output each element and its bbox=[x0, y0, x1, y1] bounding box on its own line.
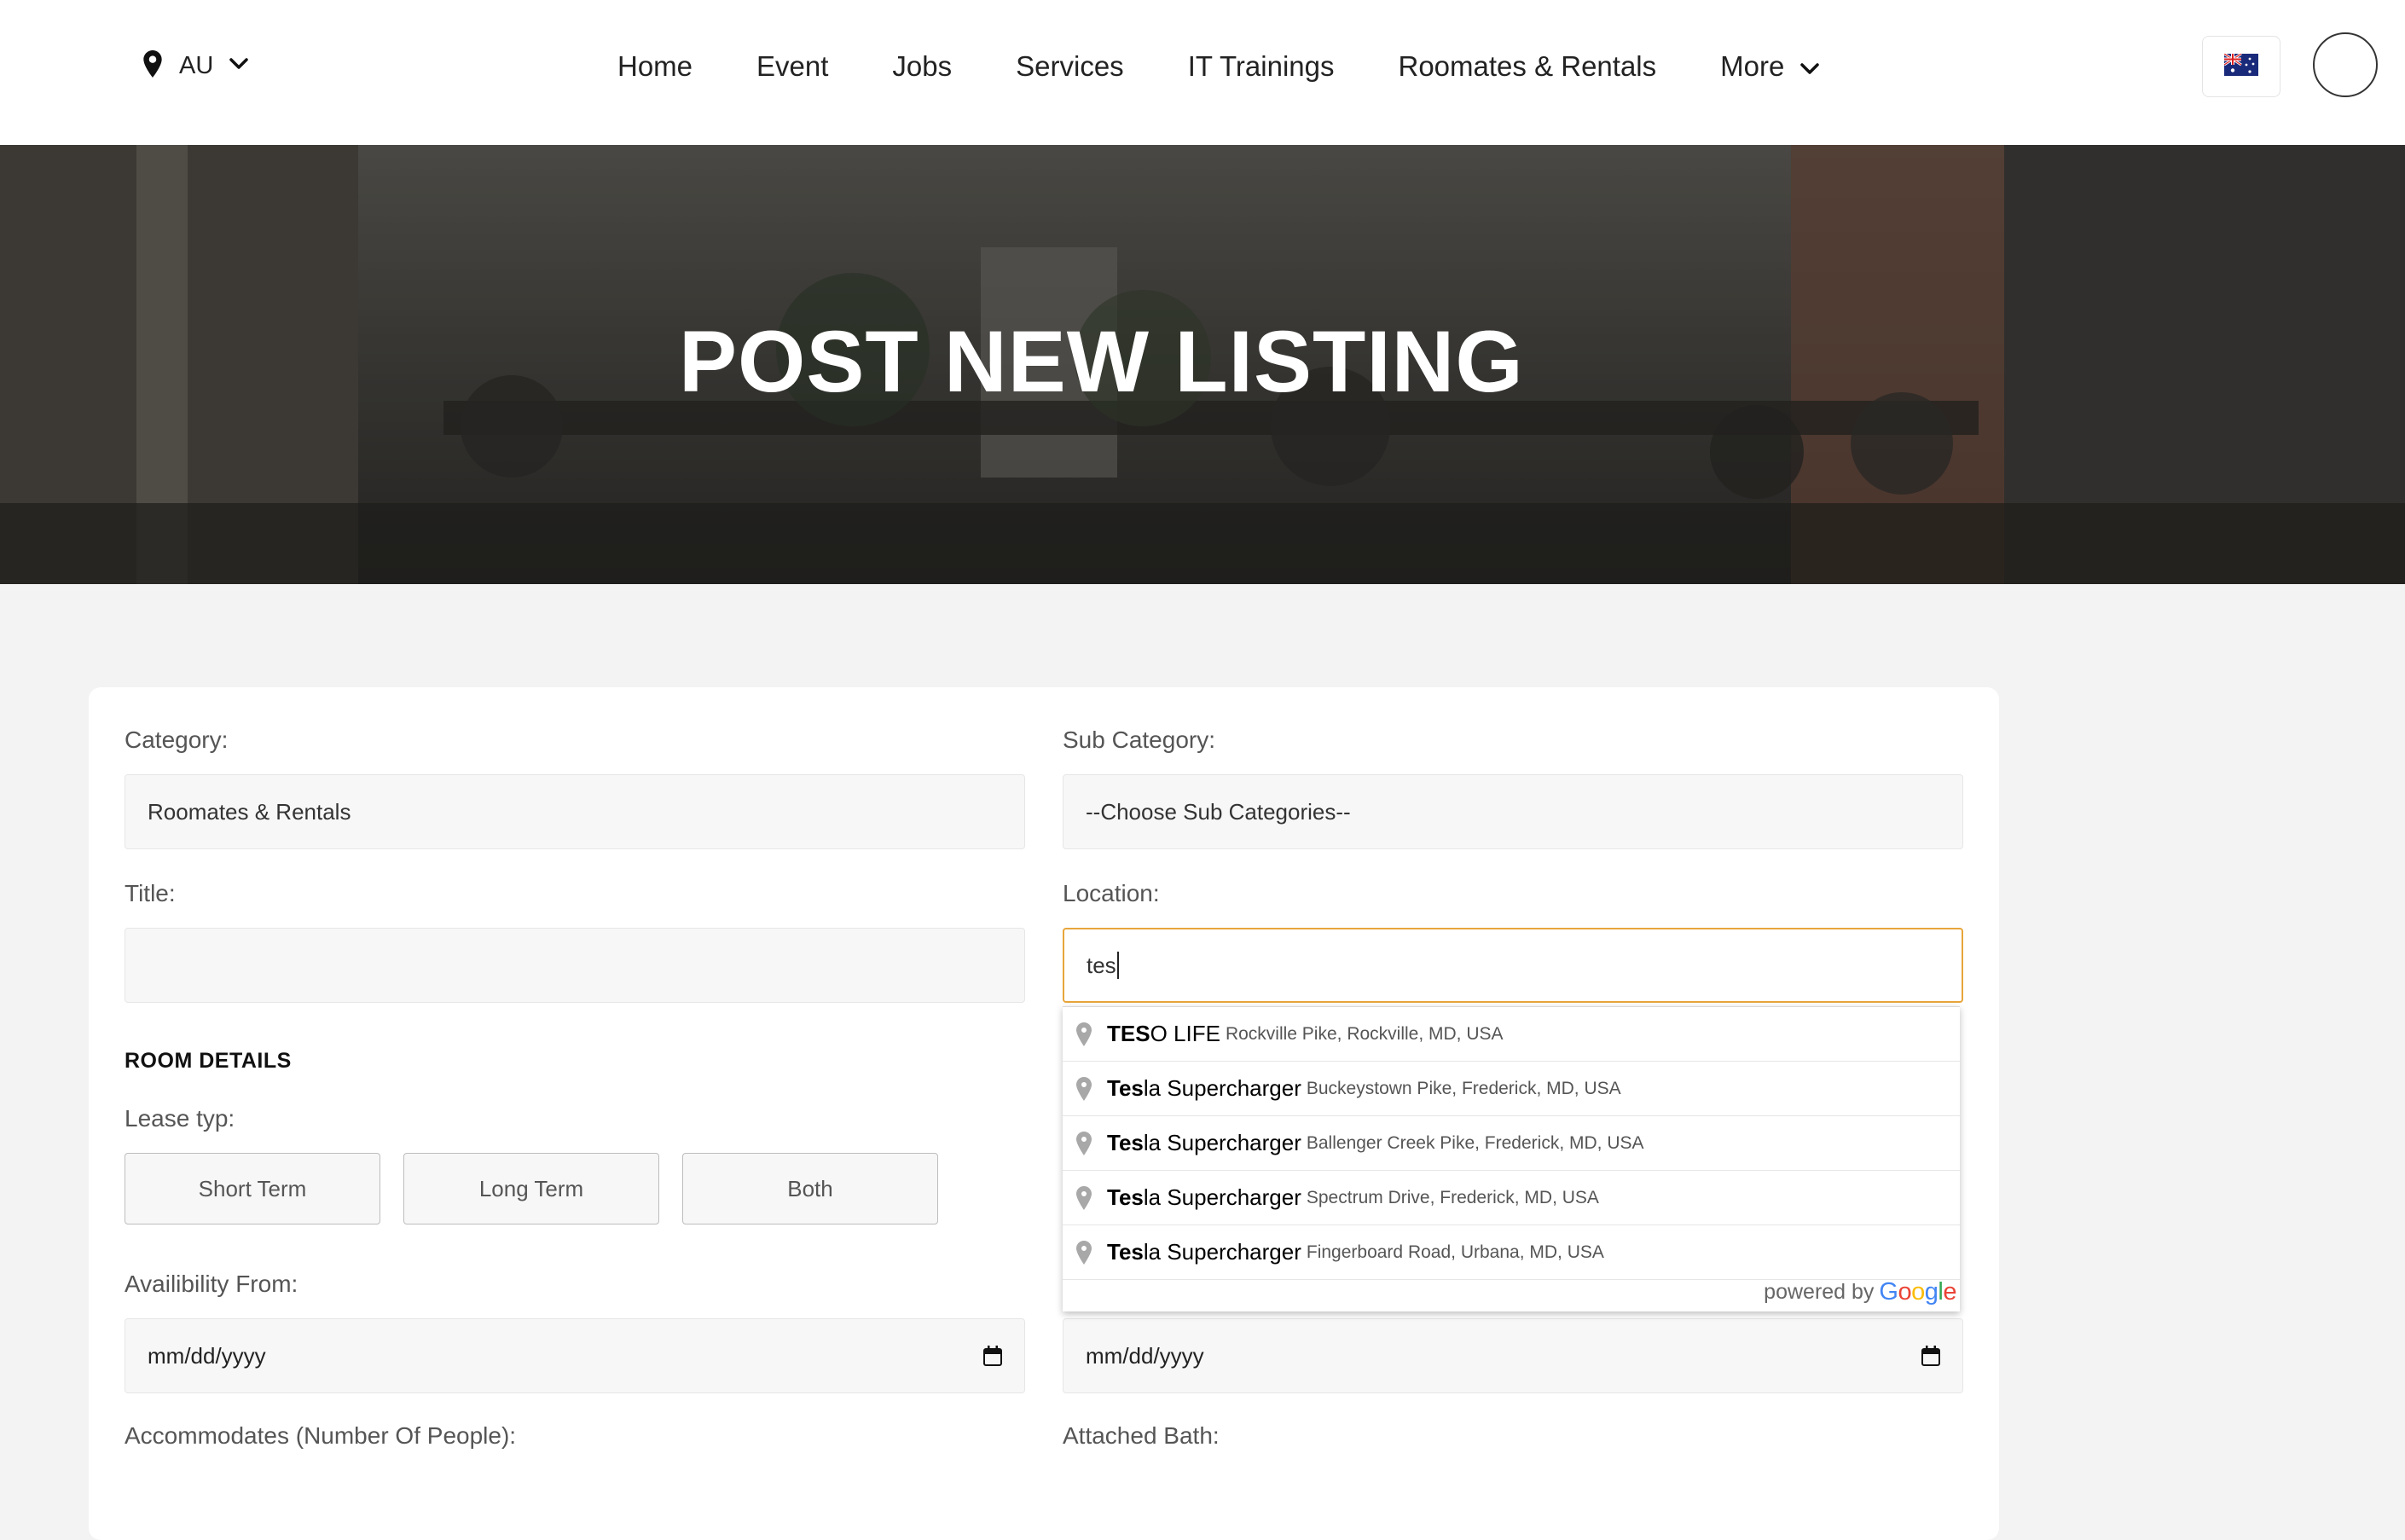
autocomplete-suggestion[interactable]: Tesla Supercharger Fingerboard Road, Urb… bbox=[1063, 1225, 1960, 1280]
autocomplete-suggestion[interactable]: Tesla Supercharger Ballenger Creek Pike,… bbox=[1063, 1116, 1960, 1171]
category-label: Category: bbox=[125, 727, 229, 753]
suggestion-address: Spectrum Drive, Frederick, MD, USA bbox=[1306, 1187, 1599, 1207]
map-pin-icon bbox=[142, 49, 164, 82]
suggestion-main-text: Tesla Supercharger bbox=[1107, 1075, 1301, 1101]
availability-date-input[interactable]: mm/dd/yyyy bbox=[125, 1318, 1025, 1393]
suggestion-main-text: Tesla Supercharger bbox=[1107, 1239, 1301, 1265]
powered-by-google: powered by Google bbox=[1764, 1278, 1956, 1306]
suggestion-main-text: Tesla Supercharger bbox=[1107, 1130, 1301, 1155]
lease-type-label: Lease typ: bbox=[125, 1105, 235, 1132]
text-caret bbox=[1116, 952, 1119, 979]
title-label: Title: bbox=[125, 880, 176, 906]
nav-home[interactable]: Home bbox=[617, 50, 693, 83]
map-pin-icon bbox=[1073, 1131, 1095, 1155]
location-label: Location: bbox=[1063, 880, 1160, 906]
lease-long-term-button[interactable]: Long Term bbox=[403, 1153, 659, 1224]
accommodates-label: Accommodates (Number Of People): bbox=[125, 1422, 517, 1449]
title-input[interactable] bbox=[125, 928, 1025, 1003]
map-pin-icon bbox=[1073, 1022, 1095, 1046]
lease-short-term-button[interactable]: Short Term bbox=[125, 1153, 380, 1224]
location-input-value: tes bbox=[1087, 952, 1116, 978]
autocomplete-suggestion[interactable]: Tesla Supercharger Spectrum Drive, Frede… bbox=[1063, 1171, 1960, 1225]
nav-event[interactable]: Event bbox=[756, 50, 828, 83]
nav-roomates-rentals[interactable]: Roomates & Rentals bbox=[1399, 50, 1657, 83]
suggestion-address: Ballenger Creek Pike, Frederick, MD, USA bbox=[1306, 1132, 1644, 1153]
lease-both-button[interactable]: Both bbox=[682, 1153, 938, 1224]
date-placeholder: mm/dd/yyyy bbox=[1086, 1342, 1204, 1369]
suggestion-main-text: Tesla Supercharger bbox=[1107, 1184, 1301, 1210]
nav-it-trainings[interactable]: IT Trainings bbox=[1188, 50, 1335, 83]
main-nav: Home Event Jobs Services IT Trainings Ro… bbox=[617, 43, 1820, 90]
date-placeholder: mm/dd/yyyy bbox=[148, 1342, 266, 1369]
nav-more[interactable]: More bbox=[1720, 50, 1820, 83]
page-title: POST NEW LISTING bbox=[679, 313, 1524, 410]
location-input[interactable]: tes bbox=[1063, 928, 1963, 1003]
suggestion-main-text: TESO LIFE bbox=[1107, 1021, 1220, 1046]
calendar-icon[interactable] bbox=[983, 1346, 1002, 1366]
chevron-down-icon bbox=[229, 57, 249, 75]
chevron-down-icon bbox=[1799, 50, 1820, 83]
nav-more-label: More bbox=[1720, 50, 1785, 82]
user-avatar[interactable] bbox=[2313, 32, 2378, 97]
location-autocomplete-dropdown: TESO LIFE Rockville Pike, Rockville, MD,… bbox=[1063, 1006, 1960, 1311]
nav-services[interactable]: Services bbox=[1016, 50, 1124, 83]
top-navbar: AU Home Event Jobs Services IT Trainings… bbox=[0, 0, 2405, 145]
location-switcher[interactable]: AU bbox=[142, 48, 249, 84]
category-select[interactable]: Roomates & Rentals bbox=[125, 774, 1025, 849]
availability-label: Availibility From: bbox=[125, 1271, 298, 1297]
nav-jobs[interactable]: Jobs bbox=[892, 50, 952, 83]
hero-banner: POST NEW LISTING bbox=[0, 145, 2405, 584]
map-pin-icon bbox=[1073, 1240, 1095, 1265]
attached-bath-label: Attached Bath: bbox=[1063, 1422, 1220, 1449]
suggestion-address: Rockville Pike, Rockville, MD, USA bbox=[1225, 1023, 1504, 1044]
second-date-input[interactable]: mm/dd/yyyy bbox=[1063, 1318, 1963, 1393]
map-pin-icon bbox=[1073, 1185, 1095, 1210]
autocomplete-suggestion[interactable]: TESO LIFE Rockville Pike, Rockville, MD,… bbox=[1063, 1007, 1960, 1062]
language-flag-button[interactable] bbox=[2202, 36, 2280, 97]
powered-by-text: powered by bbox=[1764, 1280, 1875, 1304]
subcategory-label: Sub Category: bbox=[1063, 727, 1215, 753]
subcategory-select[interactable]: --Choose Sub Categories-- bbox=[1063, 774, 1963, 849]
suggestion-address: Fingerboard Road, Urbana, MD, USA bbox=[1306, 1242, 1604, 1262]
location-code: AU bbox=[179, 51, 214, 79]
autocomplete-suggestion[interactable]: Tesla Supercharger Buckeystown Pike, Fre… bbox=[1063, 1062, 1960, 1116]
calendar-icon[interactable] bbox=[1921, 1346, 1940, 1366]
room-details-heading: ROOM DETAILS bbox=[125, 1049, 292, 1073]
suggestion-address: Buckeystown Pike, Frederick, MD, USA bbox=[1306, 1078, 1621, 1098]
map-pin-icon bbox=[1073, 1076, 1095, 1101]
google-logo: Google bbox=[1879, 1278, 1956, 1306]
australia-flag-icon bbox=[2223, 52, 2258, 80]
